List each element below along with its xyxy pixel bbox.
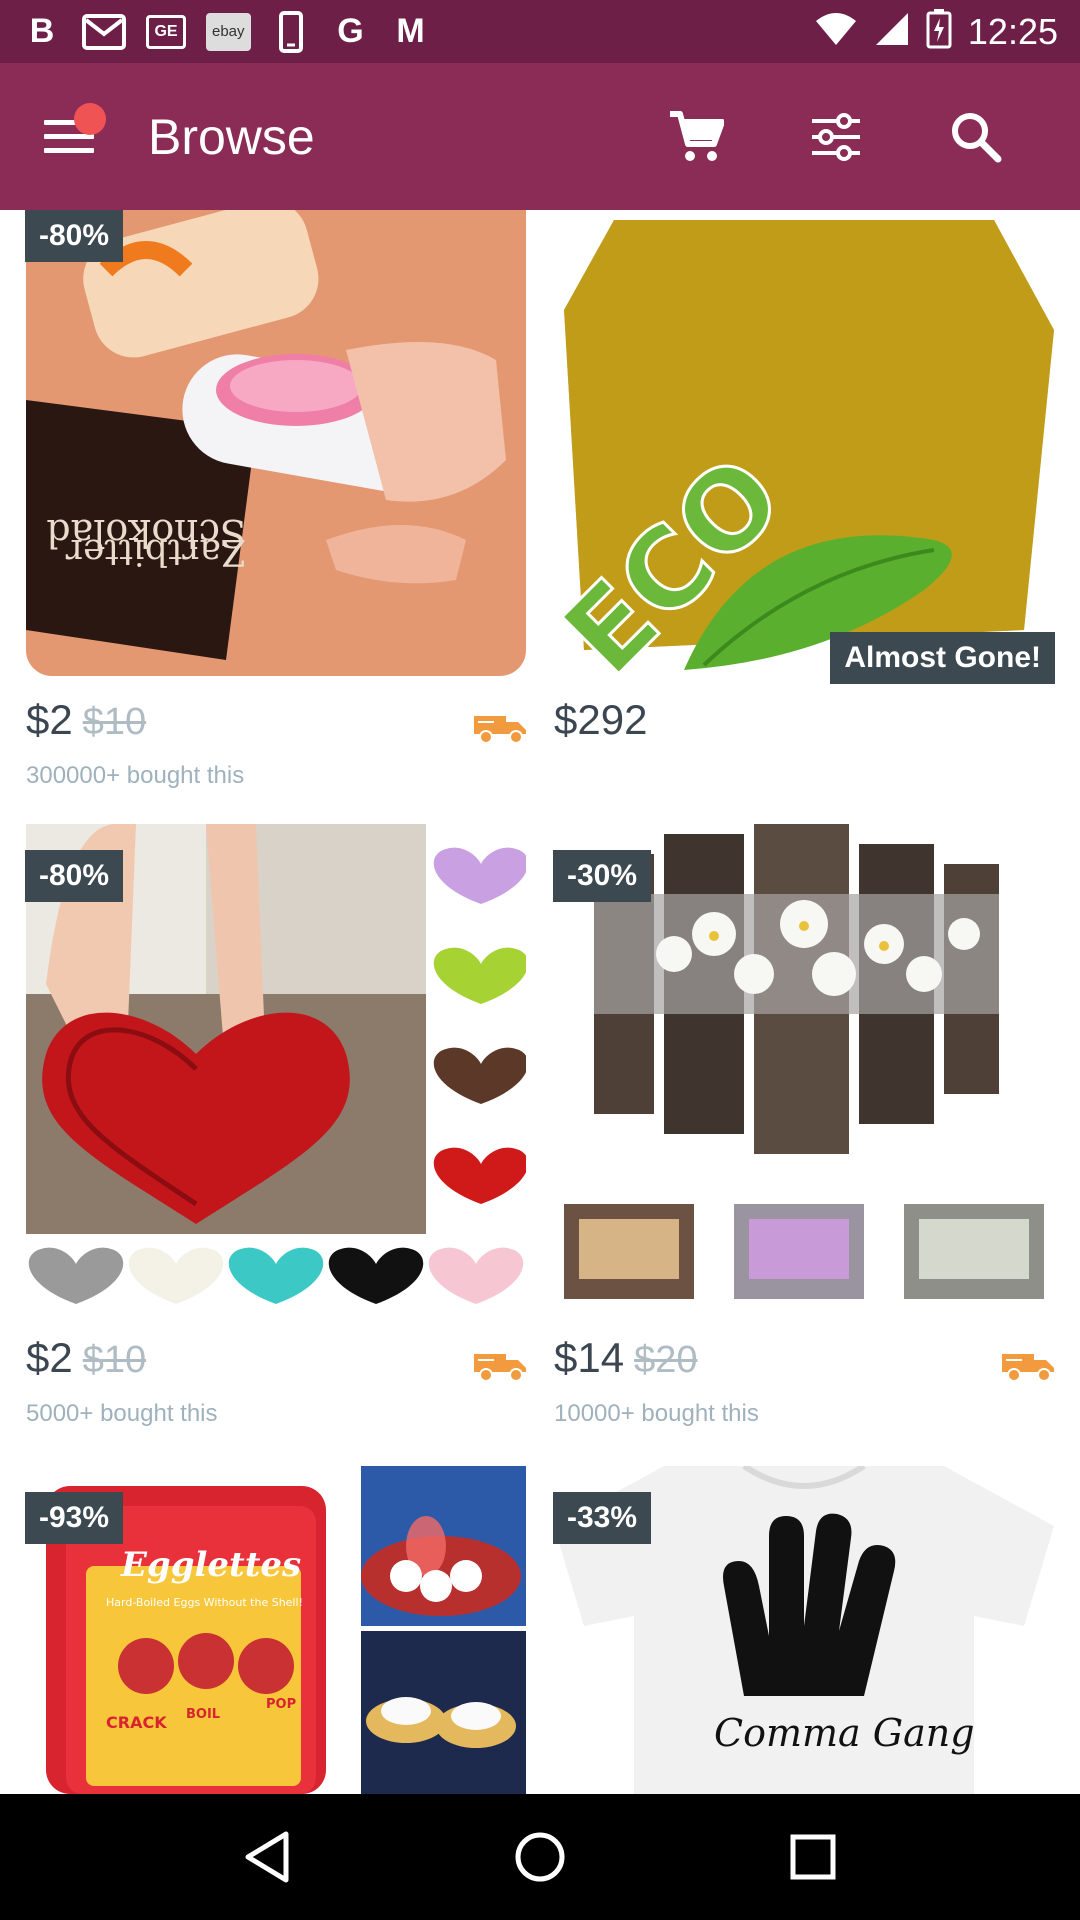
discount-badge: -30%	[553, 850, 652, 902]
svg-text:CRACK: CRACK	[106, 1713, 167, 1732]
status-bar: B GE ebay G M 12:25	[0, 0, 1080, 63]
egglettes-logo: Egglettes	[120, 1545, 301, 1585]
product-card[interactable]: ECO Almost Gone! $292	[554, 210, 1055, 800]
bought-count: 10000+ bought this	[554, 1400, 759, 1427]
phone-icon	[271, 10, 311, 53]
svg-text:Zartbitter: Zartbitter	[65, 531, 246, 572]
price: $292	[554, 696, 648, 743]
menu-button[interactable]	[44, 102, 118, 167]
discount-badge: -33%	[553, 1492, 652, 1544]
price: $14	[554, 1334, 625, 1381]
cart-icon	[670, 110, 724, 161]
comma-gang-text: Comma Gang	[714, 1711, 975, 1755]
svg-text:Hard-Boiled Eggs Without the S: Hard-Boiled Eggs Without the Shell!	[106, 1596, 303, 1609]
product-card[interactable]: -80% $2 $10 5000+ bought this	[25, 824, 526, 1427]
product-grid: Schokolad Zartbitter -80% $2 $10 300000+…	[0, 210, 1080, 1794]
home-circle-icon	[515, 1832, 565, 1882]
search-icon	[952, 112, 1002, 162]
page-title: Browse	[148, 108, 315, 165]
recents-square-icon	[790, 1834, 836, 1880]
ge-icon: GE	[146, 14, 186, 49]
notification-dot	[74, 102, 106, 135]
discount-badge: -80%	[25, 850, 124, 902]
original-price: $10	[82, 701, 147, 743]
shipping-truck-icon	[474, 710, 526, 744]
shipping-truck-icon	[1002, 1348, 1054, 1382]
original-price: $20	[634, 1339, 698, 1381]
discount-badge: -93%	[25, 1492, 124, 1544]
home-button[interactable]	[480, 1802, 600, 1912]
ebay-icon: ebay	[206, 12, 251, 51]
almost-gone-tag: Almost Gone!	[830, 632, 1055, 684]
app-bar: Browse	[0, 63, 1080, 210]
m-icon: M	[396, 12, 425, 50]
product-image: ECO	[554, 210, 1054, 680]
original-price: $10	[82, 1339, 147, 1381]
bought-count: 300000+ bought this	[26, 762, 245, 789]
filter-sliders-icon	[812, 112, 860, 161]
product-card[interactable]: Egglettes Hard-Boiled Eggs Without the S…	[25, 1466, 526, 1794]
back-triangle-icon	[245, 1831, 289, 1883]
google-icon: G	[337, 12, 364, 50]
svg-text:BOIL: BOIL	[186, 1707, 220, 1722]
bought-count: 5000+ bought this	[26, 1400, 218, 1427]
cart-button[interactable]	[626, 87, 766, 187]
recents-button[interactable]	[753, 1802, 873, 1912]
shipping-truck-icon	[474, 1348, 526, 1382]
filter-button[interactable]	[766, 87, 906, 187]
b-icon: B	[29, 12, 55, 50]
product-card[interactable]: Schokolad Zartbitter -80% $2 $10 300000+…	[25, 210, 526, 800]
product-card[interactable]: Comma Gang -33%	[553, 1466, 1054, 1794]
discount-badge: -80%	[25, 210, 124, 262]
svg-text:POP: POP	[266, 1697, 296, 1712]
gmail-icon	[82, 12, 126, 52]
product-image: Schokolad Zartbitter	[26, 210, 526, 676]
product-card[interactable]: -30% $14 $20 10000+ bought this	[553, 824, 1054, 1427]
wifi-icon	[814, 11, 858, 52]
search-button[interactable]	[906, 87, 1046, 187]
price: $2	[26, 696, 73, 743]
battery-icon	[926, 9, 952, 54]
system-nav-bar	[0, 1794, 1080, 1920]
clock: 12:25	[967, 10, 1058, 52]
back-button[interactable]	[207, 1802, 327, 1912]
price: $2	[26, 1334, 73, 1381]
signal-icon	[874, 11, 910, 52]
